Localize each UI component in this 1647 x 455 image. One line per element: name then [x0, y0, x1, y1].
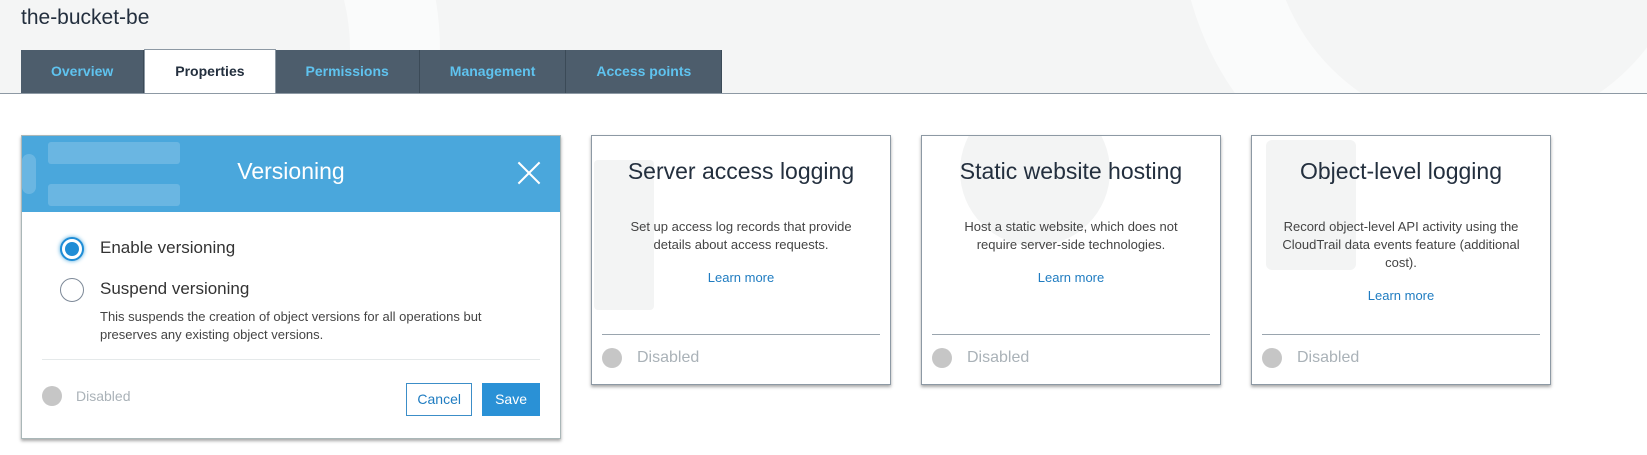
learn-more-link[interactable]: Learn more: [592, 270, 890, 285]
status-dot-icon: [602, 348, 622, 368]
suspend-versioning-description: This suspends the creation of object ver…: [100, 309, 482, 342]
card-status: Disabled: [1262, 348, 1359, 368]
tab-access-points[interactable]: Access points: [566, 50, 723, 94]
enable-versioning-label[interactable]: Enable versioning: [100, 238, 235, 258]
tab-management[interactable]: Management: [419, 50, 567, 94]
card-static-website-hosting[interactable]: Static website hosting Host a static web…: [921, 135, 1221, 385]
status-text: Disabled: [637, 349, 700, 366]
status-dot-icon: [932, 348, 952, 368]
status-text: Disabled: [1297, 349, 1360, 366]
card-status: Disabled: [932, 348, 1029, 368]
card-description: Record object-level API activity using t…: [1282, 219, 1520, 270]
suspend-versioning-label[interactable]: Suspend versioning: [100, 279, 249, 299]
versioning-card: Versioning Enable versioning Suspend ver…: [21, 135, 561, 439]
versioning-title: Versioning: [237, 158, 345, 184]
status-dot-icon: [1262, 348, 1282, 368]
enable-versioning-radio[interactable]: [60, 237, 84, 261]
status-text: Disabled: [76, 388, 131, 404]
tab-overview[interactable]: Overview: [21, 50, 145, 94]
divider: [932, 334, 1210, 335]
versioning-header: Versioning: [22, 136, 560, 212]
divider: [42, 359, 540, 360]
card-object-level-logging[interactable]: Object-level logging Record object-level…: [1251, 135, 1551, 385]
card-description: Host a static website, which does not re…: [964, 219, 1178, 252]
tab-bar: Overview Properties Permissions Manageme…: [21, 49, 723, 94]
learn-more-link[interactable]: Learn more: [1252, 288, 1550, 303]
suspend-versioning-radio[interactable]: [60, 278, 84, 302]
tab-permissions[interactable]: Permissions: [275, 50, 420, 94]
background-decoration: [1180, 0, 1647, 94]
status-dot-icon: [42, 386, 62, 406]
tab-underline: [0, 93, 1647, 94]
card-title: Object-level logging: [1299, 158, 1502, 184]
card-title: Server access logging: [627, 158, 855, 184]
card-description: Set up access log records that provide d…: [630, 219, 852, 252]
page-header: the-bucket-be Overview Properties Permis…: [0, 0, 1647, 94]
close-icon[interactable]: [516, 160, 542, 186]
card-server-access-logging[interactable]: Server access logging Set up access log …: [591, 135, 891, 385]
learn-more-link[interactable]: Learn more: [922, 270, 1220, 285]
divider: [602, 334, 880, 335]
save-button[interactable]: Save: [482, 383, 540, 416]
bucket-name: the-bucket-be: [21, 6, 150, 29]
cancel-button[interactable]: Cancel: [406, 383, 472, 416]
card-status: Disabled: [602, 348, 699, 368]
card-title: Static website hosting: [959, 158, 1183, 184]
header-decoration: [48, 184, 180, 206]
versioning-status: Disabled: [42, 386, 130, 406]
divider: [1262, 334, 1540, 335]
status-text: Disabled: [967, 349, 1030, 366]
tab-properties[interactable]: Properties: [144, 49, 276, 94]
